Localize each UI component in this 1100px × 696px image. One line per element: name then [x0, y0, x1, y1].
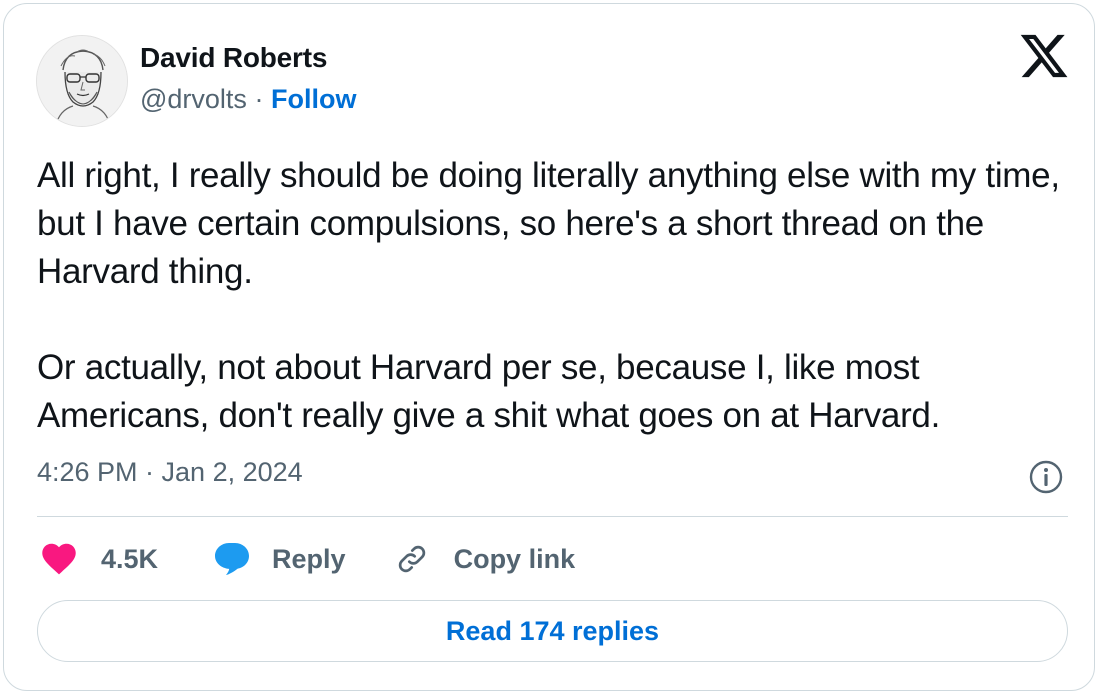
portrait-sketch-icon — [37, 36, 127, 126]
reply-bubble-icon — [214, 542, 250, 576]
x-logo-icon[interactable] — [1018, 30, 1070, 82]
link-icon — [394, 541, 430, 577]
info-icon[interactable] — [1028, 459, 1064, 495]
tweet-paragraph: All right, I really should be doing lite… — [37, 156, 1060, 291]
heart-icon — [41, 543, 77, 575]
read-replies-button[interactable]: Read 174 replies — [37, 600, 1068, 662]
handle-separator: · — [254, 84, 264, 114]
tweet-paragraph: Or actually, not about Harvard per se, b… — [37, 348, 941, 435]
tweet-embed-card: David Roberts @drvolts · Follow All righ… — [3, 3, 1095, 691]
author-avatar[interactable] — [36, 35, 128, 127]
copy-link-label: Copy link — [453, 543, 576, 574]
reply-label: Reply — [272, 543, 346, 574]
reply-button[interactable]: Reply — [214, 542, 346, 576]
tweet-timestamp[interactable]: 4:26 PM · Jan 2, 2024 — [37, 457, 303, 488]
like-count: 4.5K — [101, 543, 159, 574]
copy-link-button[interactable]: Copy link — [394, 541, 576, 577]
follow-button[interactable]: Follow — [271, 84, 356, 114]
author-name[interactable]: David Roberts — [140, 42, 327, 74]
like-button[interactable]: 4.5K — [41, 543, 158, 575]
author-handle-row: @drvolts · Follow — [140, 84, 356, 115]
tweet-text: All right, I really should be doing lite… — [37, 152, 1077, 440]
author-handle[interactable]: @drvolts — [140, 84, 247, 114]
divider — [37, 516, 1068, 517]
tweet-actions: 4.5K Reply Copy link — [41, 534, 575, 584]
